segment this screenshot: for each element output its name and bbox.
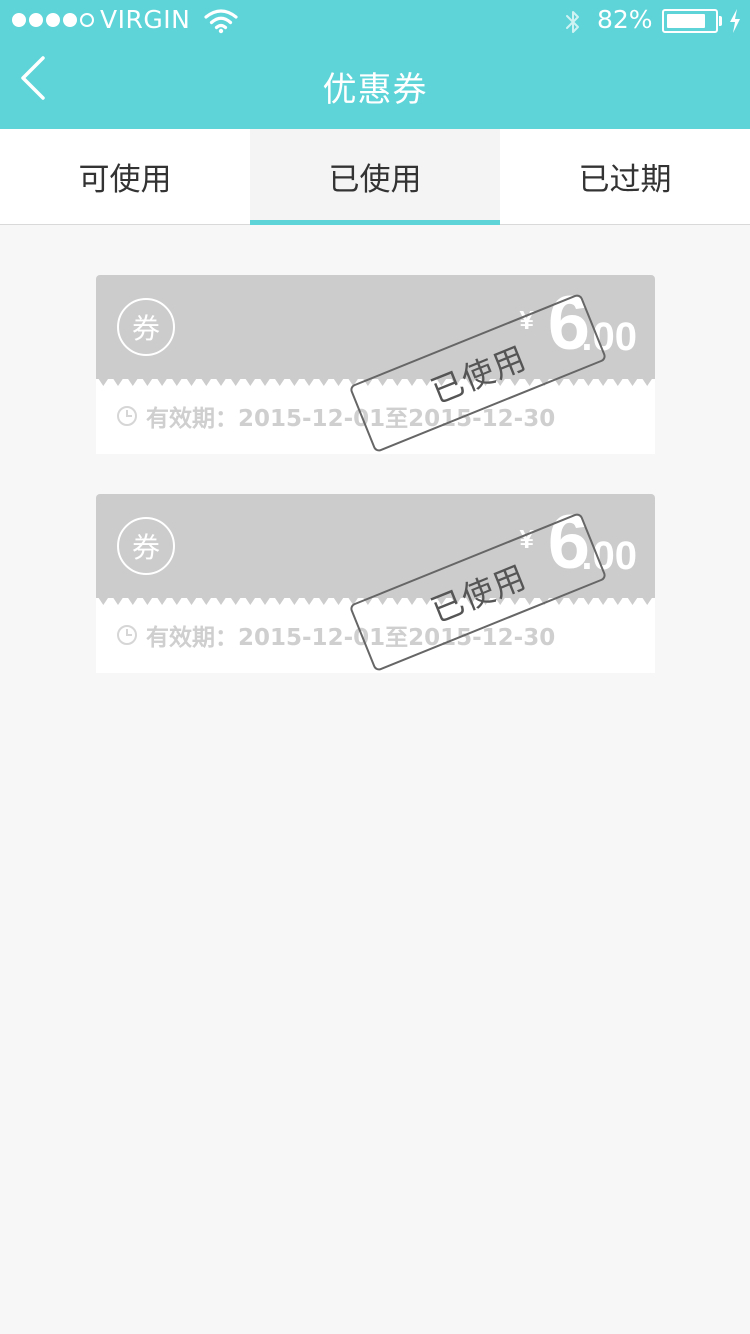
header-bar: VIRGIN 82% 优惠券 <box>0 0 750 129</box>
charging-icon <box>730 9 740 33</box>
app-root: VIRGIN 82% 优惠券 可使用 已使用 已过期 券 ¥ 6 .00 有效期… <box>0 0 750 1334</box>
coupon-card[interactable]: 券 ¥ 6 .00 有效期：2015-12-01至2015-12-30 已使用 <box>96 494 655 673</box>
signal-strength-icon <box>12 13 94 27</box>
status-bar: VIRGIN 82% <box>0 0 750 40</box>
tab-available[interactable]: 可使用 <box>0 129 250 224</box>
battery-icon <box>662 9 718 33</box>
tab-bar: 可使用 已使用 已过期 <box>0 129 750 225</box>
coupon-badge: 券 <box>117 298 175 356</box>
battery-percent: 82% <box>597 5 653 34</box>
coupon-badge: 券 <box>117 517 175 575</box>
carrier-name: VIRGIN <box>100 5 191 34</box>
page-title: 优惠券 <box>322 70 428 110</box>
battery-cap <box>719 16 722 26</box>
coupon-card[interactable]: 券 ¥ 6 .00 有效期：2015-12-01至2015-12-30 已使用 <box>96 275 655 454</box>
tab-expired[interactable]: 已过期 <box>500 129 750 224</box>
wifi-icon <box>204 9 238 34</box>
tab-used[interactable]: 已使用 <box>250 129 500 225</box>
bluetooth-icon <box>566 11 579 33</box>
clock-icon <box>117 625 137 645</box>
clock-icon <box>117 406 137 426</box>
battery-level-fill <box>667 14 705 28</box>
